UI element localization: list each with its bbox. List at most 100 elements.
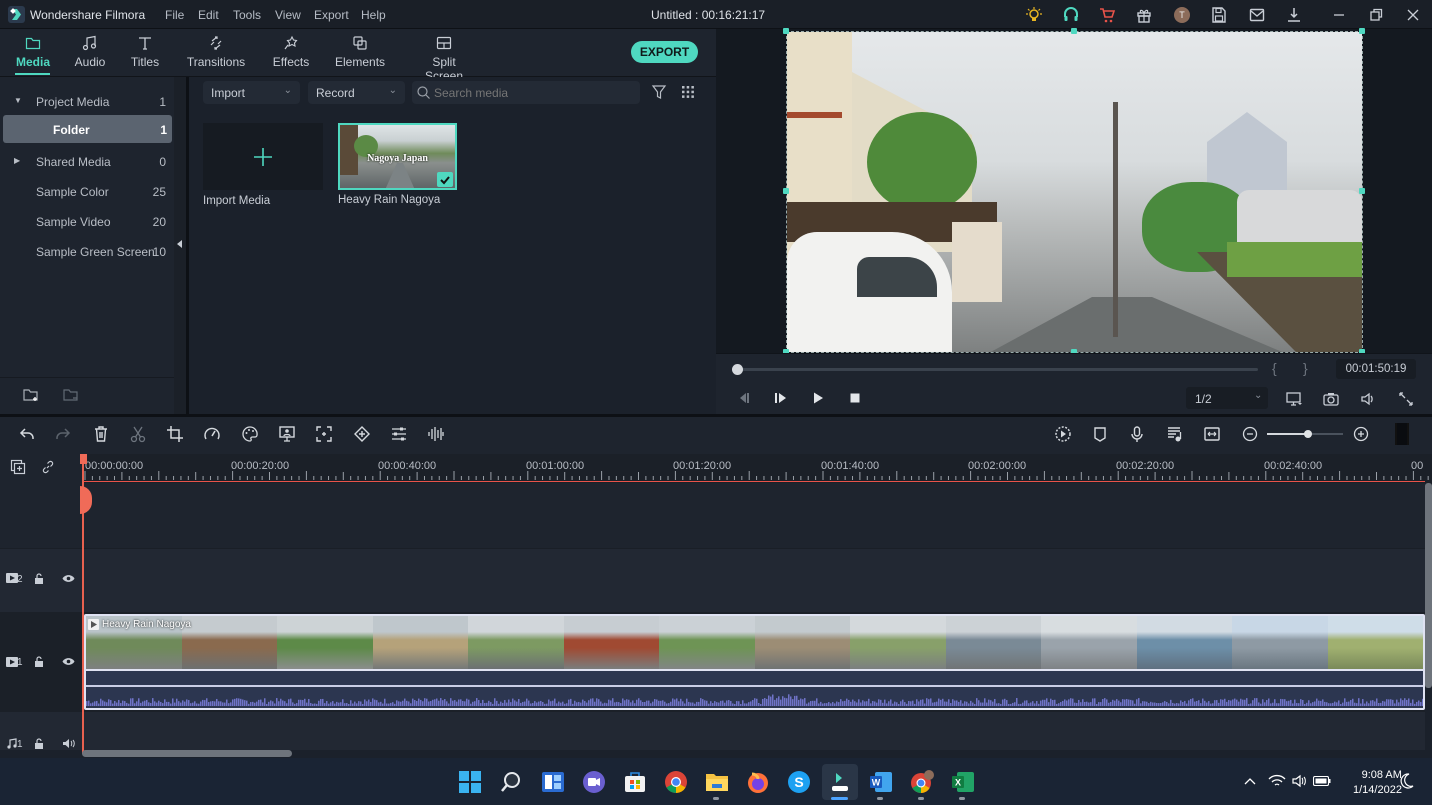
add-track-icon[interactable] bbox=[10, 459, 26, 475]
menu-view[interactable]: View bbox=[275, 8, 301, 22]
horizontal-scrollbar[interactable] bbox=[82, 750, 292, 757]
link-icon[interactable] bbox=[40, 459, 56, 475]
play-icon[interactable] bbox=[811, 391, 825, 405]
fullscreen-icon[interactable] bbox=[1397, 390, 1415, 408]
tab-titles[interactable]: Titles bbox=[127, 35, 163, 69]
adjust-sliders-icon[interactable] bbox=[390, 425, 408, 443]
windows-start-icon[interactable] bbox=[458, 770, 482, 794]
lock-open-icon[interactable] bbox=[34, 573, 44, 584]
sidebar-item-sample-green-screen[interactable]: Sample Green Screen 10 bbox=[0, 237, 174, 265]
tab-split-screen[interactable]: Split Screen bbox=[412, 35, 476, 83]
save-icon[interactable] bbox=[1210, 6, 1228, 24]
expand-arrow-icon[interactable]: ▶ bbox=[14, 156, 20, 165]
next-frame-icon[interactable] bbox=[774, 391, 788, 405]
split-scissors-icon[interactable] bbox=[129, 425, 147, 443]
stop-icon[interactable] bbox=[848, 391, 862, 405]
menu-file[interactable]: File bbox=[165, 8, 184, 22]
audio-mixer-icon[interactable] bbox=[1166, 425, 1184, 443]
tip-bulb-icon[interactable] bbox=[1025, 6, 1043, 24]
tab-elements[interactable]: Elements bbox=[335, 35, 385, 69]
redo-icon[interactable] bbox=[54, 425, 72, 443]
resize-handle[interactable] bbox=[1071, 28, 1077, 34]
tab-audio[interactable]: Audio bbox=[72, 35, 108, 69]
render-preview-icon[interactable] bbox=[1054, 425, 1072, 443]
mail-icon[interactable] bbox=[1248, 6, 1266, 24]
undo-icon[interactable] bbox=[18, 425, 36, 443]
zoom-in-icon[interactable] bbox=[1352, 425, 1370, 443]
zoom-slider-knob[interactable] bbox=[1304, 430, 1312, 438]
menu-export[interactable]: Export bbox=[314, 8, 349, 22]
gift-icon[interactable] bbox=[1135, 6, 1153, 24]
widgets-icon[interactable] bbox=[541, 770, 565, 794]
tab-effects[interactable]: Effects bbox=[271, 35, 311, 69]
search-input[interactable] bbox=[434, 84, 634, 101]
resize-handle[interactable] bbox=[1359, 28, 1365, 34]
sidebar-item-folder[interactable]: Folder 1 bbox=[3, 115, 172, 143]
delete-folder-icon[interactable] bbox=[62, 386, 80, 404]
wifi-icon[interactable] bbox=[1268, 774, 1286, 788]
system-clock[interactable]: 9:08 AM 1/14/2022 bbox=[1353, 768, 1402, 798]
microsoft-store-icon[interactable] bbox=[623, 770, 647, 794]
download-icon[interactable] bbox=[1285, 6, 1303, 24]
color-palette-icon[interactable] bbox=[241, 425, 259, 443]
excel-icon[interactable]: X bbox=[951, 770, 975, 794]
mark-in-button[interactable]: { bbox=[1272, 360, 1277, 376]
close-icon[interactable] bbox=[1404, 6, 1422, 24]
video-preview[interactable] bbox=[786, 31, 1363, 353]
new-folder-icon[interactable] bbox=[22, 386, 40, 404]
auto-reframe-icon[interactable] bbox=[315, 425, 333, 443]
sidebar-item-sample-color[interactable]: Sample Color 25 bbox=[0, 177, 174, 205]
import-media-tile[interactable] bbox=[203, 123, 323, 190]
sidebar-item-project-media[interactable]: ▼ Project Media 1 bbox=[0, 87, 174, 115]
word-icon[interactable]: W bbox=[869, 770, 893, 794]
resize-handle[interactable] bbox=[1359, 188, 1365, 194]
import-dropdown[interactable]: Import ⌄ bbox=[203, 81, 300, 104]
playback-quality-dropdown[interactable]: 1/2 ⌄ bbox=[1186, 387, 1268, 409]
scrubber-knob[interactable] bbox=[732, 364, 743, 375]
display-settings-icon[interactable] bbox=[1285, 390, 1303, 408]
grid-view-icon[interactable] bbox=[681, 85, 695, 99]
skype-icon[interactable]: S bbox=[787, 770, 811, 794]
keyframe-icon[interactable] bbox=[353, 425, 371, 443]
lock-open-icon[interactable] bbox=[34, 656, 44, 667]
user-avatar[interactable]: T bbox=[1174, 7, 1190, 23]
playhead-top-handle[interactable] bbox=[80, 454, 87, 464]
menu-edit[interactable]: Edit bbox=[198, 8, 219, 22]
battery-icon[interactable] bbox=[1313, 776, 1331, 786]
tab-media[interactable]: Media bbox=[12, 35, 54, 69]
filter-icon[interactable] bbox=[651, 84, 667, 100]
speaker-mute-icon[interactable] bbox=[62, 738, 75, 749]
delete-icon[interactable] bbox=[92, 425, 110, 443]
menu-tools[interactable]: Tools bbox=[233, 8, 261, 22]
green-screen-icon[interactable] bbox=[278, 425, 296, 443]
cart-icon[interactable] bbox=[1098, 6, 1116, 24]
chrome-profile-icon[interactable] bbox=[910, 770, 934, 794]
search-media-field[interactable] bbox=[412, 81, 640, 104]
lock-open-icon[interactable] bbox=[34, 738, 44, 749]
minimize-icon[interactable] bbox=[1330, 6, 1348, 24]
audio-waveform-icon[interactable] bbox=[427, 425, 445, 443]
media-clip-thumbnail[interactable]: Nagoya Japan bbox=[338, 123, 457, 190]
snapshot-camera-icon[interactable] bbox=[1322, 390, 1340, 408]
volume-icon[interactable] bbox=[1359, 390, 1377, 408]
chrome-icon[interactable] bbox=[664, 770, 688, 794]
eye-visibility-icon[interactable] bbox=[62, 574, 75, 583]
resize-handle[interactable] bbox=[783, 188, 789, 194]
resize-handle[interactable] bbox=[783, 28, 789, 34]
volume-tray-icon[interactable] bbox=[1291, 774, 1307, 788]
preview-scrubber[interactable] bbox=[737, 368, 1258, 371]
support-headset-icon[interactable] bbox=[1062, 6, 1080, 24]
vertical-scrollbar[interactable] bbox=[1425, 483, 1432, 688]
eye-visibility-icon[interactable] bbox=[62, 657, 75, 666]
restore-icon[interactable] bbox=[1367, 6, 1385, 24]
voiceover-mic-icon[interactable] bbox=[1128, 425, 1146, 443]
sidebar-item-sample-video[interactable]: Sample Video 20 bbox=[0, 207, 174, 235]
menu-help[interactable]: Help bbox=[361, 8, 386, 22]
collapse-arrow-icon[interactable] bbox=[177, 240, 182, 248]
export-button[interactable]: EXPORT bbox=[631, 41, 698, 63]
search-taskbar-icon[interactable] bbox=[499, 770, 523, 794]
mark-out-button[interactable]: } bbox=[1303, 360, 1308, 376]
record-dropdown[interactable]: Record ⌄ bbox=[308, 81, 405, 104]
tab-transitions[interactable]: Transitions bbox=[186, 35, 246, 69]
sidebar-item-shared-media[interactable]: ▶ Shared Media 0 bbox=[0, 147, 174, 175]
